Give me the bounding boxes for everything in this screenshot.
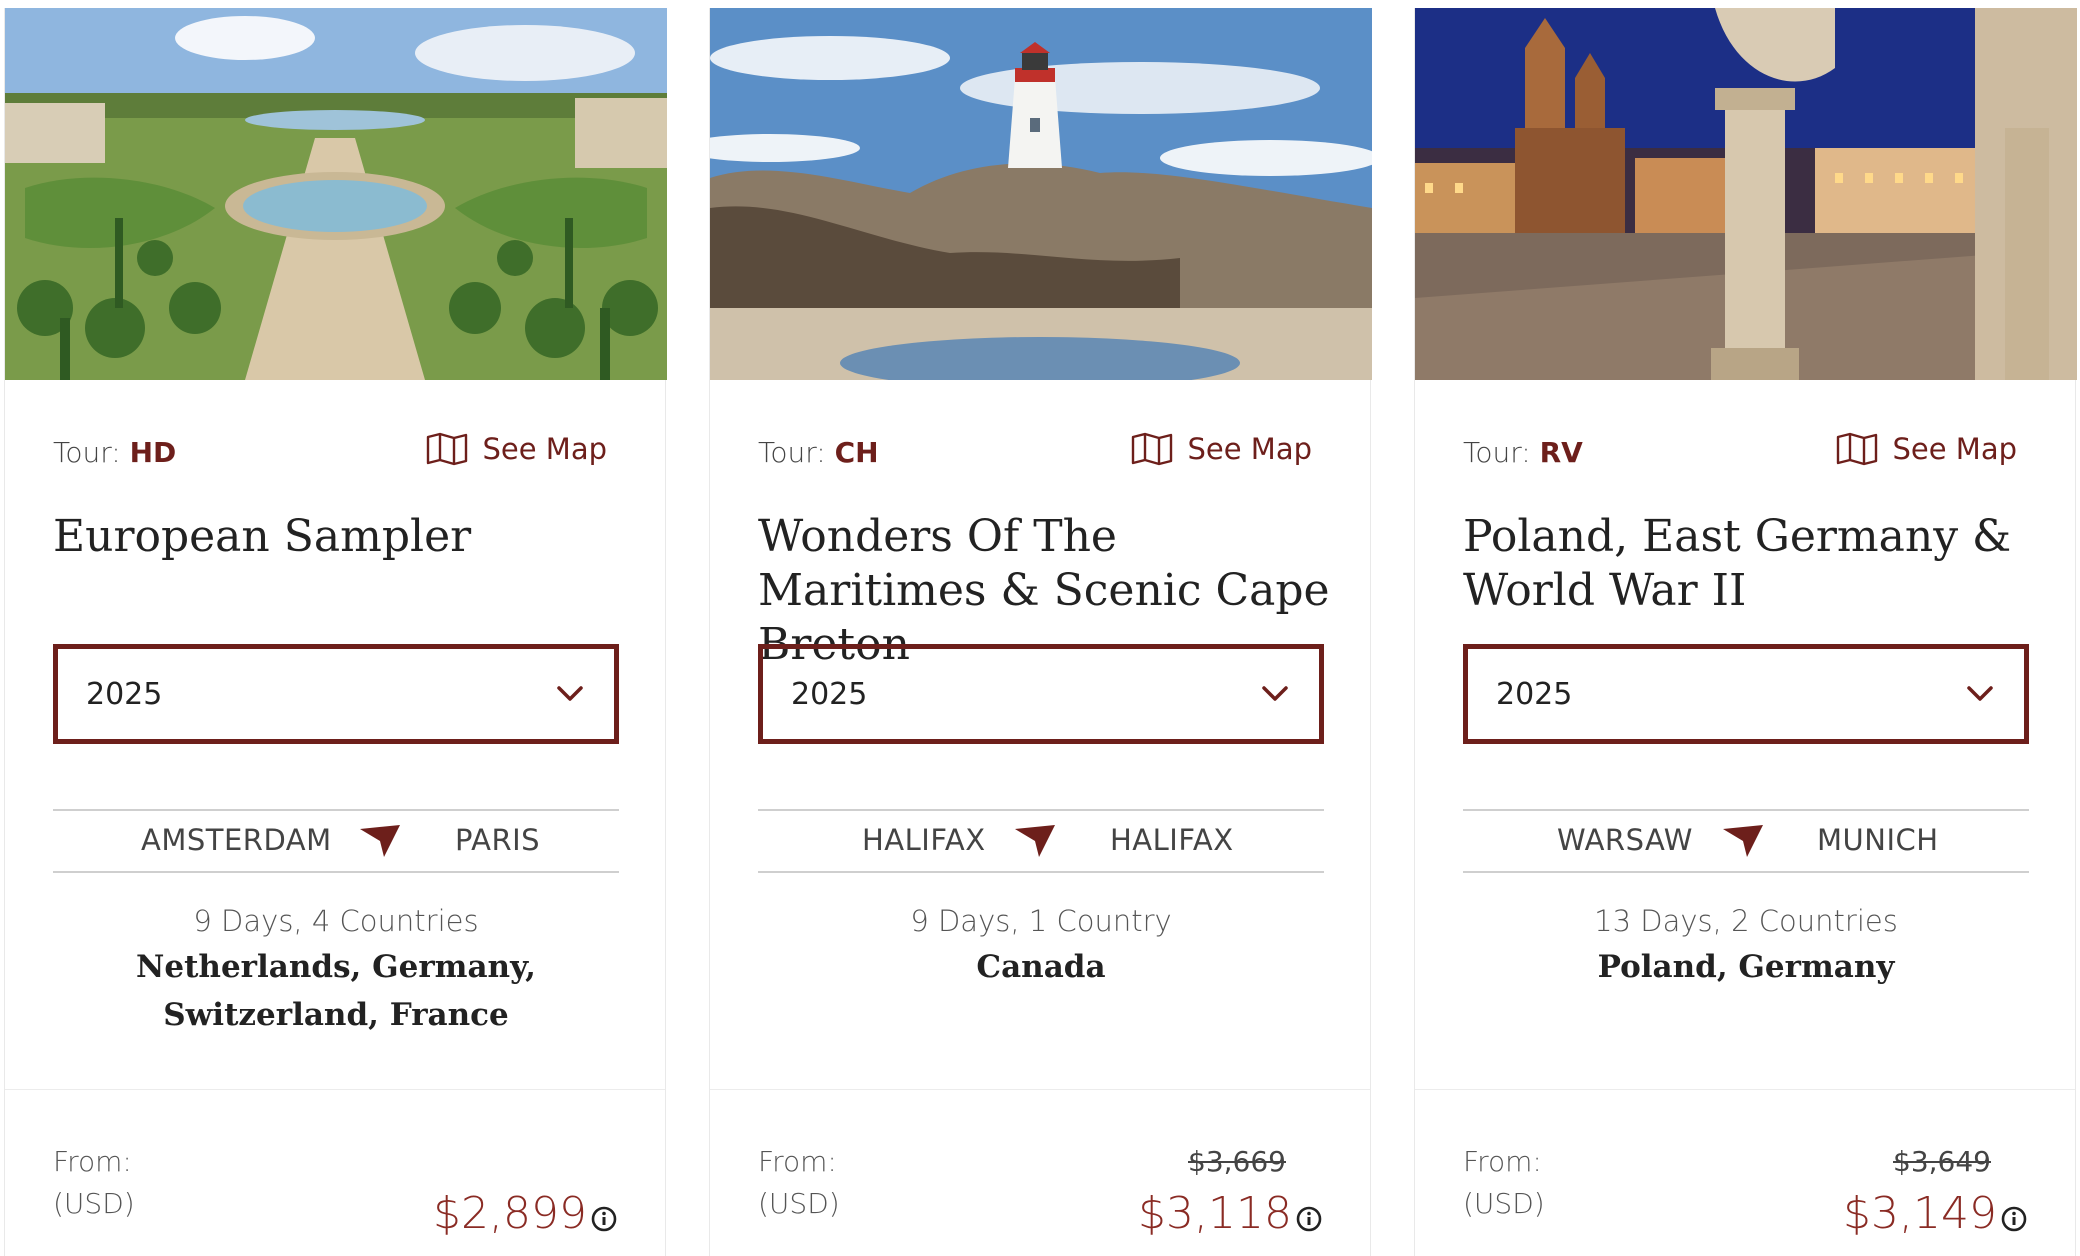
original-price: $3,669 (1188, 1145, 1286, 1178)
see-map-label: See Map (1892, 432, 2017, 466)
route-end-city: MUNICH (1817, 823, 1939, 857)
see-map-label: See Map (1187, 432, 1312, 466)
price: $2,899 (433, 1188, 587, 1239)
tour-code-line: Tour: CH (758, 436, 879, 469)
see-map-link[interactable]: See Map (1131, 432, 1312, 466)
year-value: 2025 (86, 676, 163, 712)
tour-photo[interactable] (710, 8, 1372, 380)
gardens-image (5, 8, 667, 380)
tour-title[interactable]: Poland, East Germany & World War II (1463, 510, 2043, 618)
tour-title[interactable]: European Sampler (53, 510, 633, 564)
route-end-city: PARIS (455, 823, 541, 857)
see-map-link[interactable]: See Map (426, 432, 607, 466)
tour-prefix: Tour: (758, 436, 826, 469)
tour-code-line: Tour: RV (1463, 436, 1583, 469)
year-select[interactable]: 2025 (758, 644, 1324, 744)
price: $3,149 (1843, 1188, 1997, 1239)
chevron-down-icon (1262, 686, 1288, 701)
year-select[interactable]: 2025 (1463, 644, 2029, 744)
tour-card: Tour: CH See Map Wonders Of The Maritime… (709, 8, 1372, 1256)
tour-code: RV (1539, 436, 1583, 469)
year-select[interactable]: 2025 (53, 644, 619, 744)
tour-photo[interactable] (5, 8, 667, 380)
price-row: $3,118 (1138, 1188, 1322, 1240)
plane-arrow-icon (360, 825, 400, 857)
currency-label: (USD) (1463, 1187, 1545, 1220)
route-bar: WARSAW MUNICH (1463, 809, 2029, 873)
from-label: From: (53, 1145, 132, 1178)
route-start-city: WARSAW (1557, 823, 1693, 857)
divider (5, 1089, 665, 1090)
tour-duration: 13 Days, 2 Countries (1594, 904, 1898, 938)
lighthouse-image (710, 8, 1372, 380)
plane-arrow-icon (1015, 825, 1055, 857)
map-icon (1837, 432, 1878, 466)
see-map-label: See Map (482, 432, 607, 466)
tour-photo[interactable] (1415, 8, 2077, 380)
currency-label: (USD) (758, 1187, 840, 1220)
tour-card: Tour: HD See Map European Sampler 2025 A… (4, 8, 667, 1256)
tour-countries: Poland, Germany (1597, 949, 1895, 985)
tour-countries: Netherlands, Germany, Switzerland, Franc… (136, 949, 536, 1033)
route-start-city: AMSTERDAM (141, 823, 332, 857)
from-label: From: (758, 1145, 837, 1178)
route-start-city: HALIFAX (862, 823, 986, 857)
info-icon[interactable] (2001, 1206, 2027, 1232)
map-icon (1132, 432, 1173, 466)
info-icon[interactable] (1296, 1206, 1322, 1232)
see-map-link[interactable]: See Map (1836, 432, 2017, 466)
map-icon (427, 432, 468, 466)
year-value: 2025 (791, 676, 868, 712)
tour-duration: 9 Days, 4 Countries (193, 904, 479, 938)
price: $3,118 (1138, 1188, 1292, 1239)
divider (1415, 1089, 2075, 1090)
tour-code-line: Tour: HD (53, 436, 176, 469)
route-bar: AMSTERDAM PARIS (53, 809, 619, 873)
price-row: $3,149 (1843, 1188, 2027, 1240)
info-icon[interactable] (591, 1206, 617, 1232)
tour-card: Tour: RV See Map Poland, East Germany & … (1414, 8, 2077, 1256)
plane-arrow-icon (1723, 825, 1763, 857)
chevron-down-icon (557, 686, 583, 701)
market-square-image (1415, 8, 2077, 380)
tour-prefix: Tour: (53, 436, 121, 469)
currency-label: (USD) (53, 1187, 135, 1220)
tour-prefix: Tour: (1463, 436, 1531, 469)
divider (710, 1089, 1370, 1090)
route-bar: HALIFAX HALIFAX (758, 809, 1324, 873)
tour-countries: Canada (976, 949, 1106, 985)
tour-code: HD (129, 436, 177, 469)
from-label: From: (1463, 1145, 1542, 1178)
chevron-down-icon (1967, 686, 1993, 701)
price-row: $2,899 (433, 1188, 617, 1240)
original-price: $3,649 (1893, 1145, 1991, 1178)
tour-code: CH (834, 436, 879, 469)
route-end-city: HALIFAX (1110, 823, 1234, 857)
tour-duration: 9 Days, 1 Country (910, 904, 1172, 938)
year-value: 2025 (1496, 676, 1573, 712)
